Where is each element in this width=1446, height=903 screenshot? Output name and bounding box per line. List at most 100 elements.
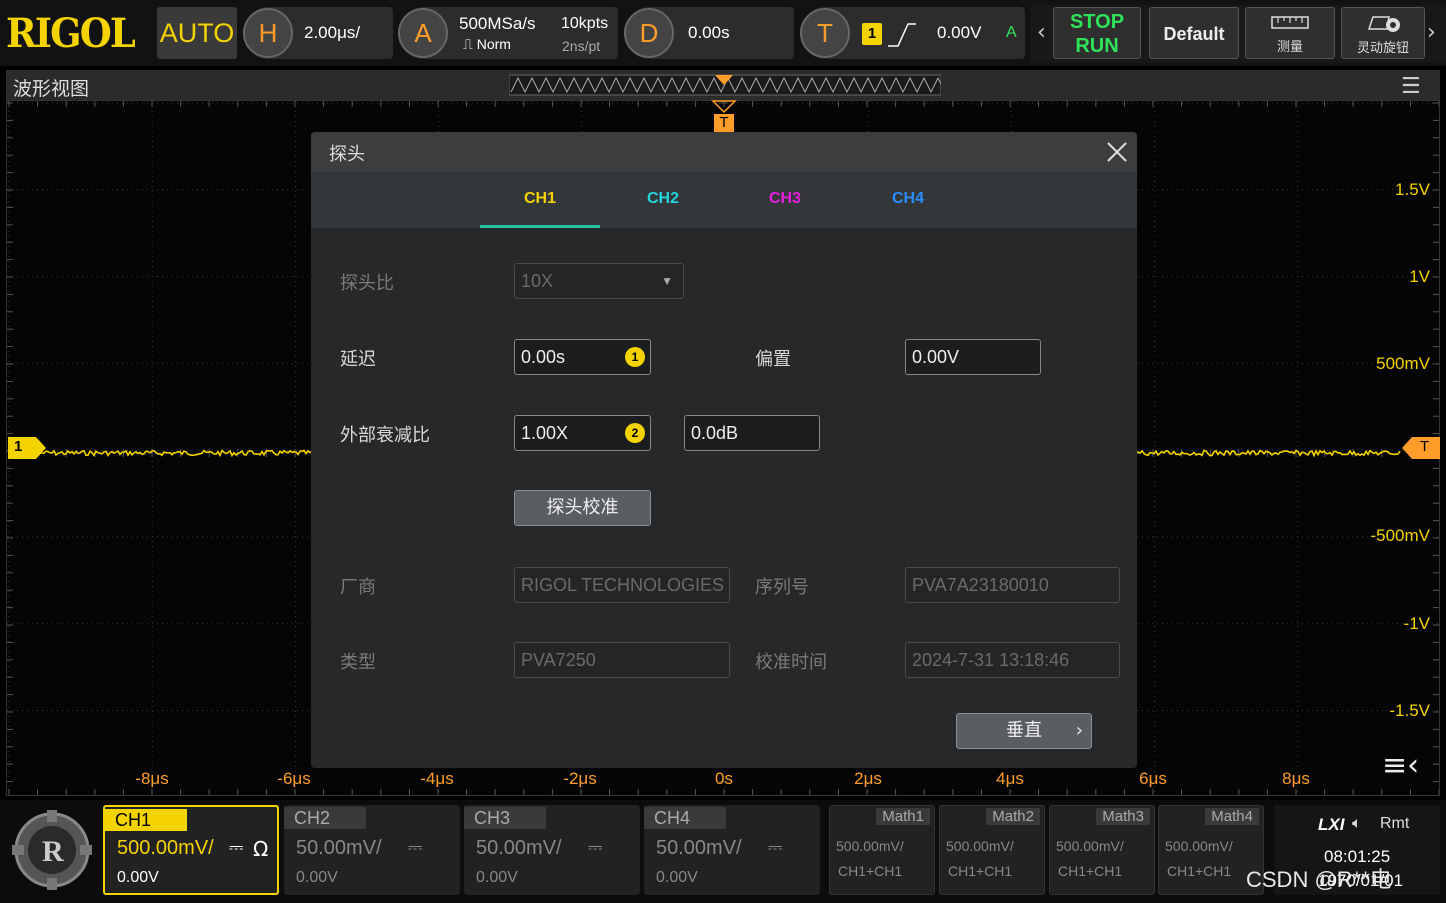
math1-panel[interactable]: Math1 500.00mV/ CH1+CH1 [829, 805, 935, 895]
knob-2-icon: 2 [625, 423, 645, 443]
x-label: 8μs [1282, 769, 1310, 788]
y-label-1v: 1V [1409, 267, 1430, 286]
ch4-offset: 0.00V [656, 869, 698, 886]
delay-icon[interactable]: D [624, 8, 674, 58]
chevron-right-icon[interactable]: › [1427, 20, 1436, 45]
tab-ch2[interactable]: CH2 [603, 190, 723, 208]
dc-coupling-icon: ⎓ [229, 837, 244, 858]
ch4-panel[interactable]: CH4 50.00mV/ ⎓ 0.00V [644, 805, 820, 895]
math1-tab: Math1 [876, 808, 930, 825]
probe-ratio-value: 10X [521, 271, 554, 291]
x-label: -6μs [277, 769, 311, 788]
run-label: RUN [1075, 35, 1119, 57]
offset-label: 偏置 [755, 349, 791, 370]
y-label-neg-1v: -1V [1403, 614, 1430, 633]
ruler-icon [1271, 16, 1309, 29]
rigol-logo: RIGOL [6, 10, 136, 57]
math3-scale: 500.00mV/ [1056, 838, 1124, 854]
dc-coupling-icon: ⎓ [588, 837, 603, 858]
dc-coupling-icon: ⎓ [768, 837, 783, 858]
ch4-tab: CH4 [644, 807, 726, 829]
knob-1-icon: 1 [625, 347, 645, 367]
impedance-icon: Ω [253, 837, 269, 861]
auto-button[interactable]: AUTO [157, 7, 237, 59]
math4-scale: 500.00mV/ [1165, 838, 1233, 854]
measure-label: 测量 [1276, 40, 1303, 55]
math3-panel[interactable]: Math3 500.00mV/ CH1+CH1 [1049, 805, 1155, 895]
home-gear-icon[interactable]: R [10, 808, 94, 892]
measure-button[interactable]: 测量 [1245, 7, 1335, 59]
tab-ch4[interactable]: CH4 [848, 190, 968, 208]
close-icon[interactable] [1105, 140, 1129, 164]
math4-tab: Math4 [1205, 808, 1259, 825]
x-label: -4μs [420, 769, 454, 788]
trigger-marker-label: T [719, 114, 729, 131]
acquire-icon[interactable]: A [398, 8, 448, 58]
vendor-label: 厂商 [340, 577, 376, 598]
mute-icon[interactable]: 🔈︎ [1352, 813, 1362, 833]
x-label: -8μs [135, 769, 169, 788]
y-label-500mv: 500mV [1376, 354, 1430, 373]
x-label: 6μs [1139, 769, 1167, 788]
probe-calibrate-button[interactable]: 探头校准 [514, 490, 651, 526]
trigger-mode: A [1006, 24, 1017, 41]
offset-field[interactable]: 0.00V [905, 339, 1041, 375]
type-label: 类型 [340, 652, 376, 673]
delay-field[interactable]: 0.00s 1 [514, 339, 651, 375]
memory-overview-strip[interactable] [509, 74, 941, 96]
acq-mode: ⎍ Norm [463, 36, 511, 53]
waveform-view-title: 波形视图 [13, 78, 90, 100]
stop-run-button[interactable]: STOP RUN [1053, 7, 1141, 59]
probe-ratio-select[interactable]: 10X ▼ [514, 263, 684, 299]
horizontal-icon[interactable]: H [243, 8, 293, 58]
svg-text:R: R [42, 835, 64, 868]
attenuation-db-field[interactable]: 0.0dB [684, 415, 820, 451]
cal-time-field: 2024-7-31 13:18:46 [905, 642, 1120, 678]
ch3-panel[interactable]: CH3 50.00mV/ ⎓ 0.00V [464, 805, 640, 895]
type-field: PVA7250 [514, 642, 730, 678]
knob-icon [1367, 16, 1400, 32]
trigger-icon[interactable]: T [800, 8, 850, 58]
ch2-offset: 0.00V [296, 869, 338, 886]
dropdown-arrow-icon: ▼ [661, 274, 673, 288]
default-button[interactable]: Default [1149, 7, 1239, 59]
ch4-scale: 50.00mV/ [656, 837, 742, 859]
vertical-button[interactable]: 垂直 › [956, 713, 1092, 749]
attenuation-value: 1.00X [521, 423, 569, 443]
attenuation-label: 外部衰减比 [340, 425, 430, 446]
menu-icon[interactable]: ☰ [1401, 74, 1421, 99]
y-label-neg-1-5v: -1.5V [1389, 701, 1430, 720]
x-label: -2μs [563, 769, 597, 788]
delay-value: 0.00s [688, 23, 730, 42]
remote-indicator: Rmt [1380, 815, 1410, 832]
tab-ch3[interactable]: CH3 [725, 190, 845, 208]
collapse-menu-icon[interactable]: ≡‹ [1382, 748, 1419, 783]
csdn-watermark: CSDN @R**电 [1246, 867, 1392, 892]
sample-rate: 500MSa/s [459, 14, 536, 33]
tab-ch1[interactable]: CH1 [480, 190, 600, 208]
math1-scale: 500.00mV/ [836, 838, 904, 854]
rising-edge-icon [888, 23, 916, 47]
dialog-title: 探头 [329, 144, 365, 165]
math4-source: CH1+CH1 [1167, 863, 1232, 879]
acq-mode-label: Norm [476, 36, 511, 52]
probe-ratio-label: 探头比 [340, 273, 394, 294]
channel-tabs: CH1 CH2 CH3 CH4 [311, 172, 1137, 228]
math2-tab: Math2 [986, 808, 1040, 825]
y-label-1-5v: 1.5V [1395, 180, 1430, 199]
math3-source: CH1+CH1 [1058, 863, 1123, 879]
trigger-level-marker-label: T [1420, 438, 1430, 455]
x-label: 0s [715, 769, 733, 788]
waveform-header: 波形视图 ☰ [6, 70, 1440, 100]
attenuation-field[interactable]: 1.00X 2 [514, 415, 651, 451]
points-time: 2ns/pt [562, 38, 601, 54]
math2-panel[interactable]: Math2 500.00mV/ CH1+CH1 [939, 805, 1045, 895]
chevron-left-icon[interactable]: ‹ [1037, 20, 1046, 45]
trigger-source-badge: 1 [862, 23, 882, 45]
trigger-level: 0.00V [937, 23, 982, 42]
ch2-panel[interactable]: CH2 50.00mV/ ⎓ 0.00V [284, 805, 460, 895]
knob-label: 灵动旋钮 [1356, 41, 1409, 56]
math2-scale: 500.00mV/ [946, 838, 1014, 854]
ch1-panel[interactable]: CH1 500.00mV/ ⎓ Ω 0.00V [103, 805, 279, 895]
knob-button[interactable]: 灵动旋钮 [1341, 7, 1425, 59]
